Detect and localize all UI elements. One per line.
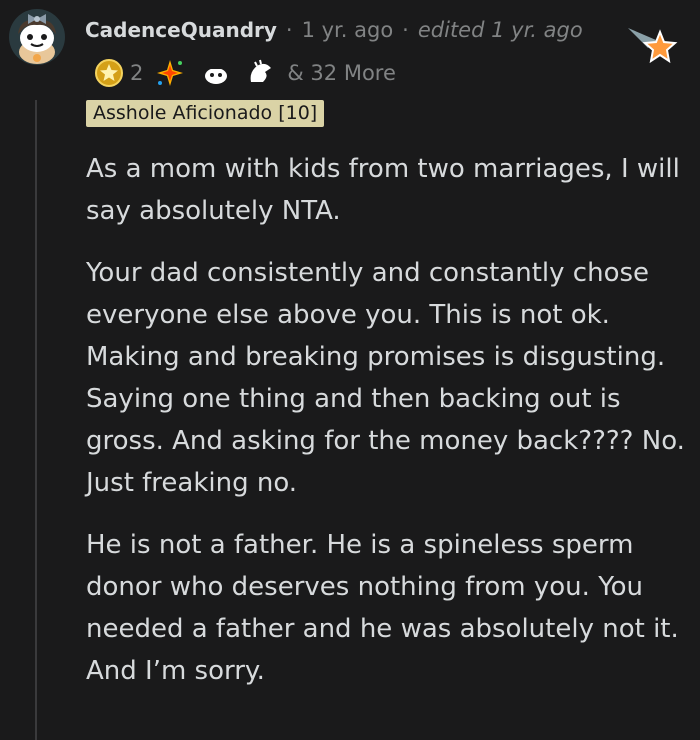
snoo-face-icon[interactable] [201, 58, 231, 88]
thread-line[interactable] [35, 100, 37, 740]
comment-timestamp[interactable]: 1 yr. ago [302, 18, 394, 42]
hand-wave-icon[interactable] [245, 58, 275, 88]
edited-timestamp: edited 1 yr. ago [417, 18, 583, 42]
comment-paragraph: He is not a father. He is a spineless sp… [86, 530, 679, 686]
op-star-badge [626, 22, 682, 68]
username-link[interactable]: CadenceQuandry [85, 18, 277, 42]
comment-paragraph: As a mom with kids from two marriages, I… [86, 154, 680, 226]
meta-separator: · [402, 18, 409, 42]
star-badge-icon [628, 28, 678, 64]
user-avatar[interactable] [8, 8, 66, 66]
comment-paragraph: Your dad consistently and constantly cho… [86, 258, 685, 498]
meta-separator: · [285, 18, 293, 42]
gold-star-medal-icon[interactable] [94, 58, 124, 88]
user-flair: Asshole Aficionado [10] [86, 100, 325, 127]
comment-body: As a mom with kids from two marriages, I… [86, 148, 686, 712]
more-awards-link[interactable]: & 32 More [287, 61, 396, 85]
comment-meta: CadenceQuandry · 1 yr. ago · edited 1 yr… [85, 18, 583, 42]
award-count: 2 [130, 61, 144, 85]
avatar-icon [9, 9, 65, 65]
awards-row[interactable]: 2 & 32 More [94, 58, 396, 88]
sparkle-burst-icon[interactable] [155, 58, 185, 88]
